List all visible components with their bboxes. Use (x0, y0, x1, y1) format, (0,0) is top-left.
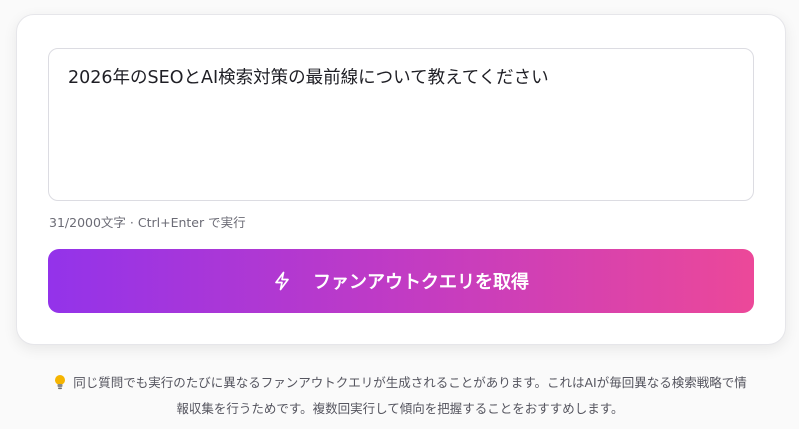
lightbulb-icon (53, 373, 67, 390)
info-note: 同じ質問でも実行のたびに異なるファンアウトクエリが生成されることがあります。これ… (22, 370, 778, 422)
query-textarea[interactable]: 2026年のSEOとAI検索対策の最前線について教えてください (48, 48, 754, 201)
info-note-line-2: 報収集を行うためです。複数回実行して傾向を把握することをおすすめします。 (176, 401, 624, 416)
info-note-line-1: 同じ質問でも実行のたびに異なるファンアウトクエリが生成されることがあります。これ… (22, 370, 778, 396)
character-counter: 31/2000文字 · Ctrl+Enter で実行 (49, 215, 246, 230)
get-fanout-queries-button[interactable]: ファンアウトクエリを取得 (48, 249, 754, 313)
info-note-text-1: 同じ質問でも実行のたびに異なるファンアウトクエリが生成されることがあります。これ… (73, 375, 747, 390)
query-card: 2026年のSEOとAI検索対策の最前線について教えてください 31/2000文… (16, 14, 786, 345)
query-text: 2026年のSEOとAI検索対策の最前線について教えてください (68, 68, 549, 88)
lightning-icon (273, 271, 291, 291)
submit-button-label: ファンアウトクエリを取得 (313, 272, 529, 293)
